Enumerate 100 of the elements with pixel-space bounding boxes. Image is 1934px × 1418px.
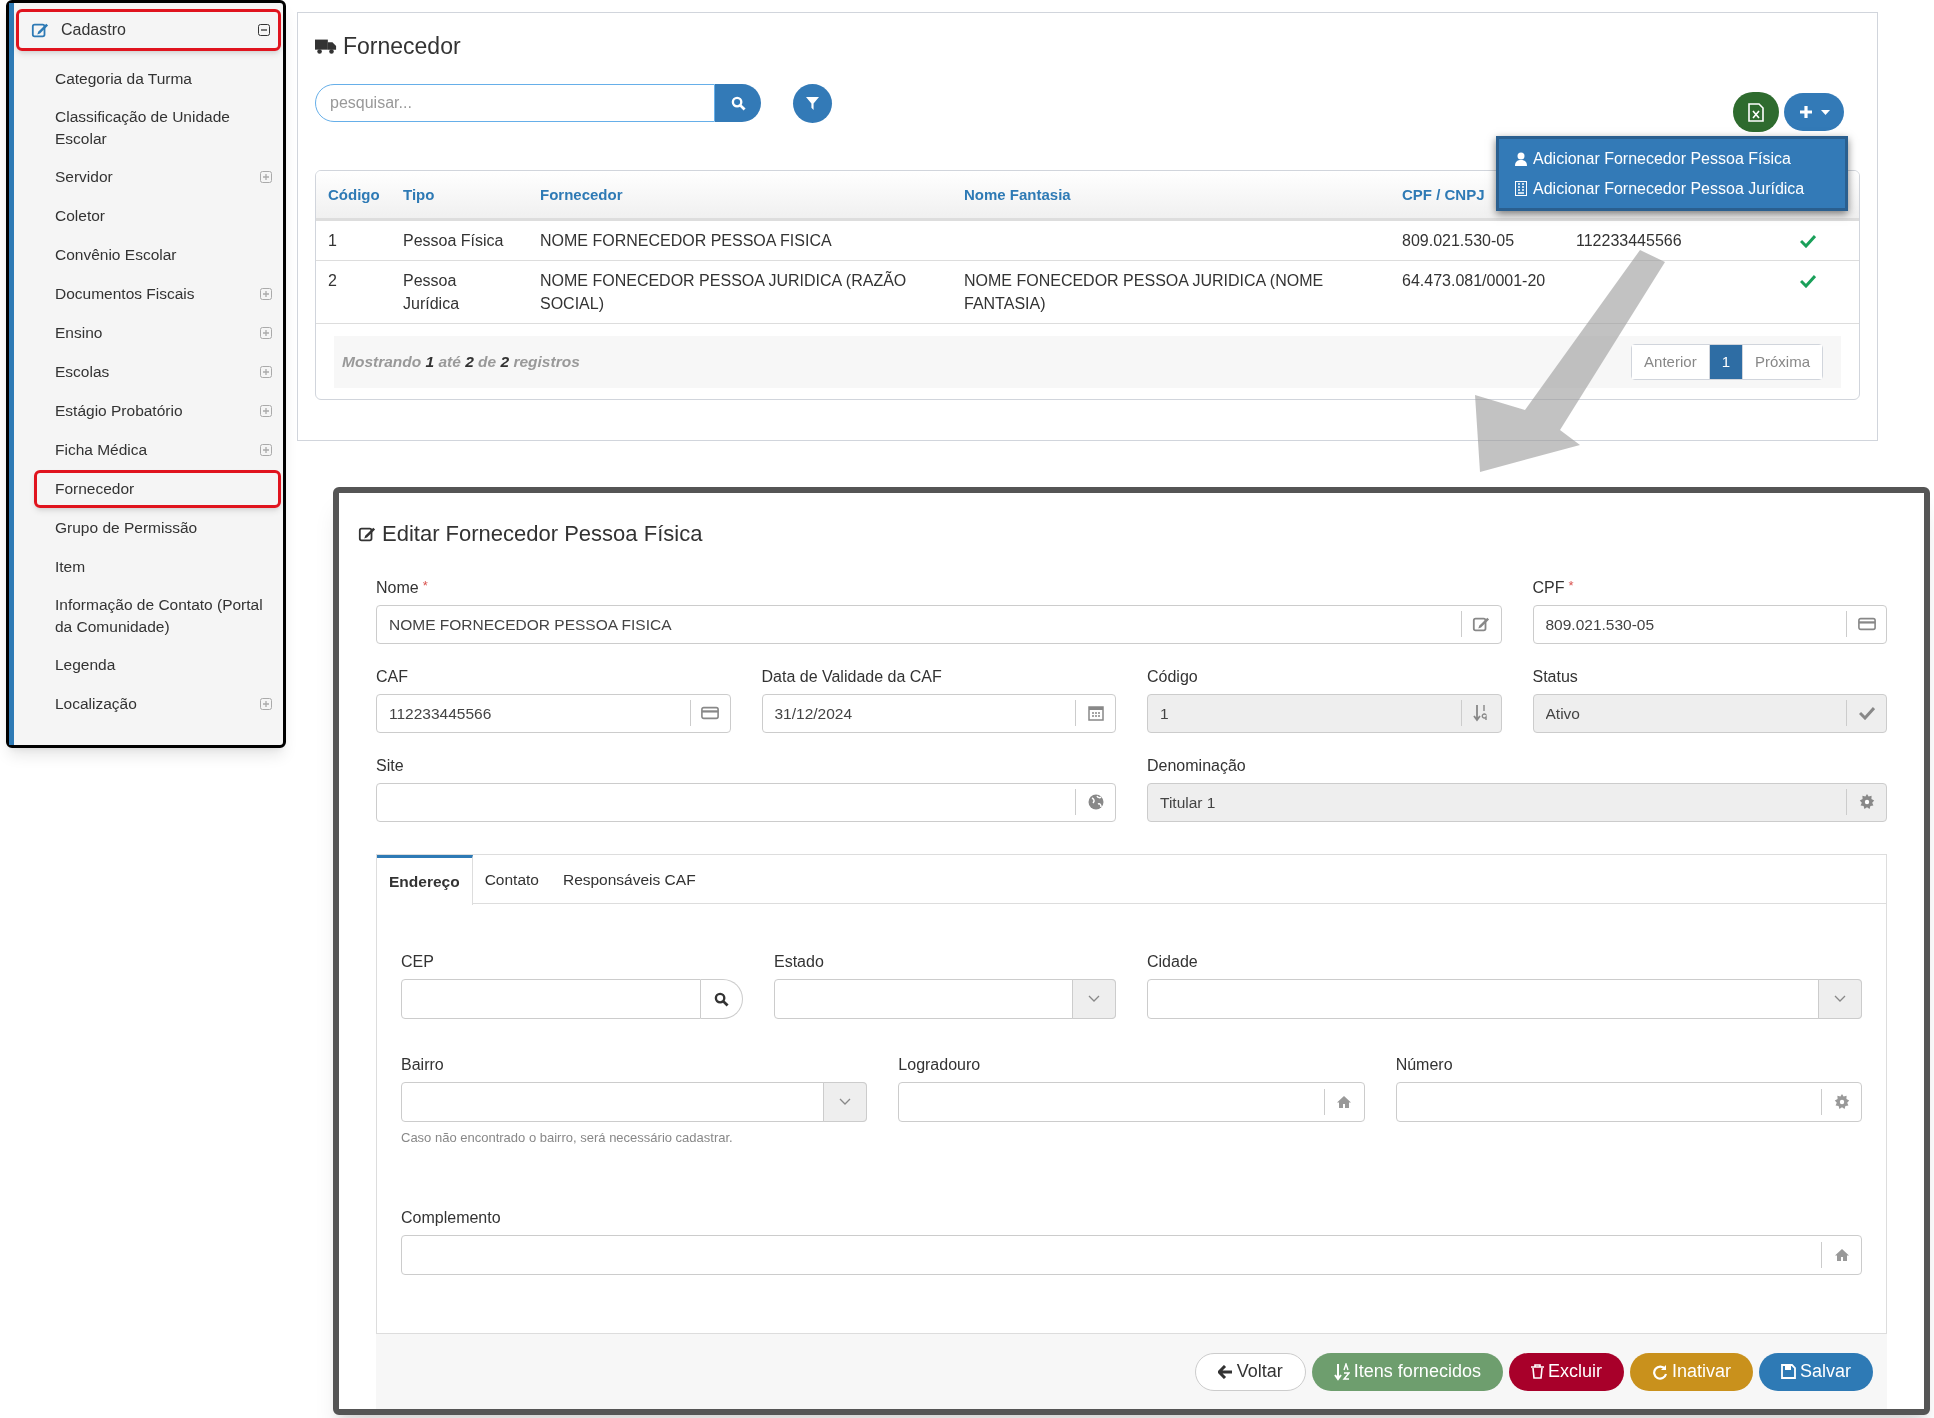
sidebar-item[interactable]: Ensino bbox=[34, 314, 281, 352]
field-label: Código bbox=[1147, 667, 1198, 685]
tab[interactable]: Endereço bbox=[377, 855, 473, 905]
page-button[interactable]: Próxima bbox=[1742, 345, 1822, 379]
text-field[interactable] bbox=[401, 1234, 1862, 1275]
search-button[interactable] bbox=[701, 979, 743, 1019]
spreadsheet-icon bbox=[1748, 102, 1764, 122]
check-icon bbox=[1858, 706, 1875, 720]
edit-icon bbox=[31, 21, 49, 39]
sidebar-item[interactable]: Classificação de Unidade Escolar bbox=[34, 99, 281, 157]
tab[interactable]: Contato bbox=[472, 855, 551, 905]
sidebar-header-label: Cadastro bbox=[61, 20, 127, 40]
sidebar-item[interactable]: Servidor bbox=[34, 158, 281, 196]
field-label: CAF bbox=[376, 667, 408, 685]
column-header[interactable]: Tipo bbox=[403, 185, 435, 203]
card-icon bbox=[1857, 617, 1876, 631]
field-label: Status bbox=[1532, 667, 1578, 685]
field-label: Cidade bbox=[1147, 952, 1198, 970]
refresh-icon bbox=[1651, 1363, 1668, 1380]
plus-icon bbox=[1798, 105, 1813, 119]
sidebar-item[interactable]: Categoria da Turma bbox=[34, 60, 281, 98]
sidebar-item[interactable]: Documentos Fiscais bbox=[34, 275, 281, 313]
required-mark: * bbox=[1568, 577, 1574, 595]
edit-icon bbox=[1472, 615, 1490, 633]
table-cell: NOME FONECEDOR PESSOA JURIDICA (NOME FANTASIA) bbox=[964, 272, 1324, 312]
help-text: Caso não encontrado o bairro, será necessário cadastrar. bbox=[401, 1129, 734, 1147]
column-header[interactable]: Nome Fantasia bbox=[964, 185, 1071, 203]
page-button[interactable]: 1 bbox=[1708, 345, 1742, 379]
home-icon bbox=[1833, 1247, 1850, 1262]
text-field[interactable]: 112233445566 bbox=[376, 694, 731, 733]
building-icon bbox=[1515, 181, 1527, 196]
sort-icon bbox=[1333, 1362, 1350, 1381]
column-header[interactable]: Código bbox=[328, 185, 380, 203]
sidebar-header[interactable]: Cadastro bbox=[16, 9, 281, 51]
dropdown-toggle[interactable] bbox=[823, 1082, 868, 1122]
sidebar-item[interactable]: Informação de Contato (Portal da Comunidade) bbox=[34, 587, 281, 645]
panel-title: Fornecedor bbox=[343, 31, 461, 61]
expand-icon bbox=[260, 698, 272, 710]
sidebar-item[interactable]: Convênio Escolar bbox=[34, 236, 281, 274]
expand-icon bbox=[260, 288, 272, 300]
search-icon bbox=[714, 991, 729, 1007]
field-label: Data de Validade da CAF bbox=[761, 667, 942, 685]
home-icon bbox=[1336, 1095, 1353, 1109]
text-field[interactable] bbox=[898, 1082, 1365, 1122]
globe-icon bbox=[1087, 794, 1104, 810]
action-button[interactable]: Salvar bbox=[1758, 1352, 1873, 1391]
search-icon bbox=[730, 95, 746, 111]
sidebar-item[interactable]: Item bbox=[34, 548, 281, 586]
text-field[interactable]: 31/12/2024 bbox=[761, 694, 1116, 733]
action-button[interactable]: Excluir bbox=[1508, 1352, 1624, 1391]
field-label: CPF bbox=[1532, 578, 1565, 596]
truck-icon bbox=[315, 37, 337, 55]
card-icon bbox=[701, 706, 719, 720]
sidebar-item[interactable]: Localização bbox=[34, 685, 281, 723]
search-field[interactable]: pesquisar... bbox=[315, 84, 715, 122]
text-field[interactable]: NOME FORNECEDOR PESSOA FISICA bbox=[376, 605, 1502, 644]
sidebar-item[interactable]: Estágio Probatório bbox=[34, 392, 281, 430]
records-summary: Mostrando 1 até 2 de 2 registros bbox=[342, 352, 581, 373]
save-icon bbox=[1780, 1364, 1796, 1379]
sidebar-item[interactable]: Legenda bbox=[34, 646, 281, 684]
field-label: Nome bbox=[376, 578, 419, 596]
calendar-icon bbox=[1087, 705, 1104, 721]
tab[interactable]: Responsáveis CAF bbox=[550, 855, 708, 905]
action-button[interactable]: Voltar bbox=[1194, 1352, 1306, 1391]
dropdown-toggle[interactable] bbox=[1818, 979, 1862, 1019]
dropdown-toggle[interactable] bbox=[1072, 979, 1116, 1019]
field-label: CEP bbox=[401, 952, 434, 970]
page-button[interactable]: Anterior bbox=[1632, 345, 1709, 379]
field-label: Site bbox=[376, 756, 404, 774]
menu-item[interactable]: Adicionar Fornecedor Pessoa Física bbox=[1515, 145, 1845, 172]
chevron-down-icon bbox=[839, 1098, 852, 1106]
arrow-left-icon bbox=[1217, 1364, 1233, 1379]
table-cell: 1 bbox=[328, 232, 337, 249]
text-field[interactable] bbox=[1395, 1082, 1862, 1122]
person-icon bbox=[1515, 151, 1527, 166]
field-label: Denominação bbox=[1147, 756, 1246, 774]
table-cell: Pessoa Jurídica bbox=[403, 272, 460, 312]
table-cell: 809.021.530-05 bbox=[1402, 232, 1515, 249]
gear-icon bbox=[1833, 1094, 1850, 1110]
field-label: Logradouro bbox=[898, 1055, 981, 1073]
trash-icon bbox=[1530, 1364, 1544, 1379]
menu-item[interactable]: Adicionar Fornecedor Pessoa Jurídica bbox=[1515, 175, 1845, 202]
sidebar-item[interactable]: Ficha Médica bbox=[34, 431, 281, 469]
form-title: Editar Fornecedor Pessoa Física bbox=[382, 520, 703, 548]
column-header[interactable]: CPF / CNPJ bbox=[1402, 185, 1485, 203]
table-cell: NOME FORNECEDOR PESSOA FISICA bbox=[540, 232, 832, 249]
text-field[interactable] bbox=[376, 783, 1116, 822]
sidebar-item[interactable]: Fornecedor bbox=[34, 470, 281, 508]
expand-icon bbox=[260, 366, 272, 378]
chevron-down-icon bbox=[1834, 995, 1846, 1003]
sidebar-item[interactable]: Escolas bbox=[34, 353, 281, 391]
chevron-down-icon bbox=[1088, 995, 1100, 1003]
sidebar-item[interactable]: Coletor bbox=[34, 197, 281, 235]
expand-icon bbox=[260, 171, 272, 183]
sidebar-item[interactable]: Grupo de Permissão bbox=[34, 509, 281, 547]
caret-icon bbox=[1820, 109, 1830, 115]
text-field[interactable]: 809.021.530-05 bbox=[1532, 605, 1887, 644]
column-header[interactable]: Fornecedor bbox=[540, 185, 623, 203]
field-label: Bairro bbox=[401, 1055, 444, 1073]
text-field[interactable] bbox=[401, 979, 701, 1019]
